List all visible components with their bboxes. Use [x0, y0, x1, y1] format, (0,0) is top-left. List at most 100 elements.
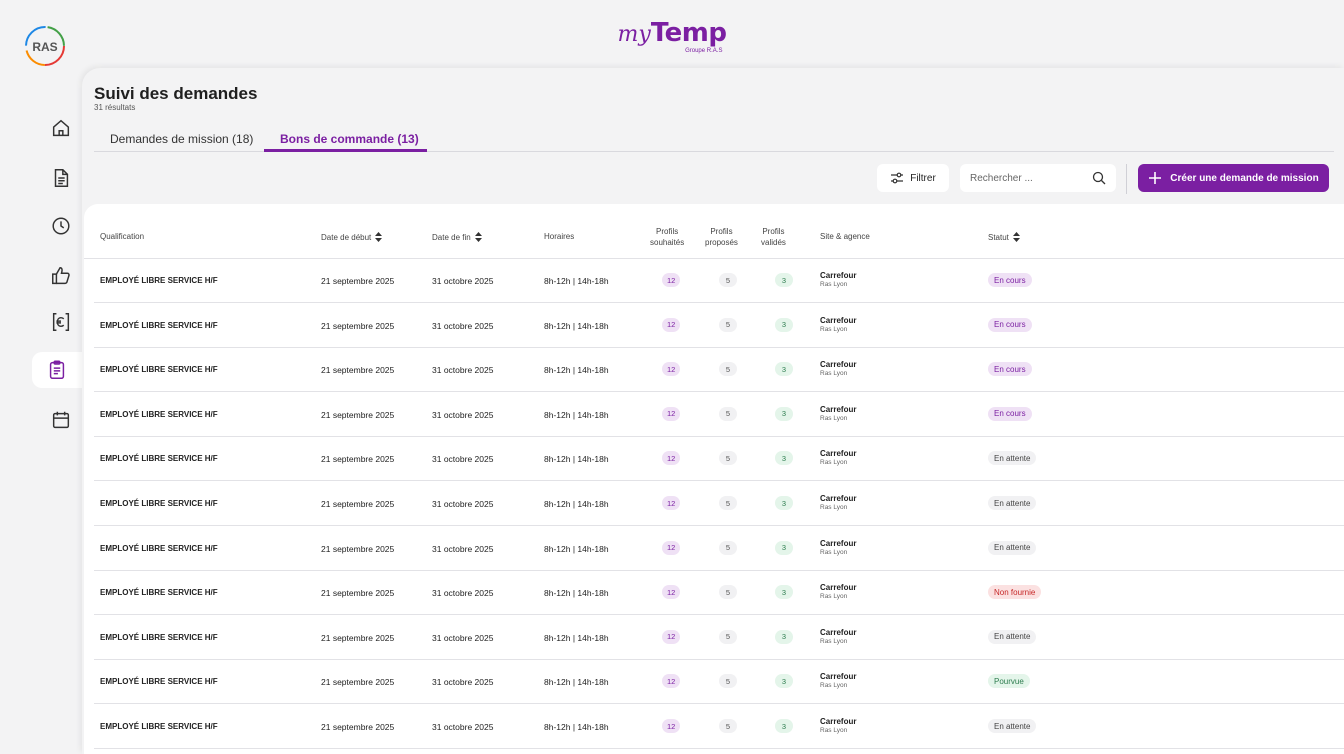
sidebar-item-history[interactable]	[40, 208, 82, 244]
header-profils-souhaites: Profils souhaités	[650, 226, 684, 248]
cell-qualification: EMPLOYÉ LIBRE SERVICE H/F	[100, 276, 218, 285]
table-row[interactable]: EMPLOYÉ LIBRE SERVICE H/F 21 septembre 20…	[94, 304, 1344, 348]
agency-name: Ras Lyon	[820, 325, 848, 333]
header-statut[interactable]: Statut	[988, 232, 1020, 242]
badge-profils-valides: 3	[775, 719, 793, 733]
table-row[interactable]: EMPLOYÉ LIBRE SERVICE H/F 21 septembre 20…	[94, 348, 1344, 393]
cell-qualification: EMPLOYÉ LIBRE SERVICE H/F	[100, 677, 218, 687]
cell-qualification: EMPLOYÉ LIBRE SERVICE H/F	[100, 499, 218, 508]
cell-horaires: 8h-12h | 14h-18h	[544, 722, 609, 732]
status-badge: En cours	[988, 273, 1032, 287]
sidebar-item-feedback[interactable]	[40, 258, 82, 294]
header-site-agence: Site & agence	[820, 232, 870, 241]
site-name: Carrefour	[820, 271, 857, 280]
badge-profils-proposes: 5	[719, 451, 737, 466]
header-souhaites-line1: Profils	[656, 227, 679, 236]
table-row[interactable]: EMPLOYÉ LIBRE SERVICE H/F 21 septembre 20…	[94, 437, 1344, 482]
badge-profils-souhaites: 12	[662, 362, 681, 377]
site-name: Carrefour	[820, 360, 857, 370]
page-title: Suivi des demandes	[94, 84, 258, 103]
badge-profils-proposes: 5	[719, 362, 737, 377]
table-row[interactable]: EMPLOYÉ LIBRE SERVICE H/F 21 septembre 20…	[94, 705, 1344, 749]
agency-name: Ras Lyon	[820, 281, 848, 288]
cell-date-fin: 31 octobre 2025	[432, 632, 494, 643]
clock-icon	[52, 217, 70, 235]
badge-profils-proposes: 5	[719, 629, 737, 644]
clipboard-icon	[49, 360, 65, 379]
header-souhaites-line2: souhaités	[650, 238, 685, 247]
agency-name: Ras Lyon	[820, 727, 848, 734]
header-profils-proposes: Profils proposés	[705, 226, 738, 248]
cell-date-debut: 21 septembre 2025	[321, 454, 395, 465]
table-row[interactable]: EMPLOYÉ LIBRE SERVICE H/F 21 septembre 20…	[94, 482, 1344, 526]
sidebar-item-orders[interactable]	[32, 352, 82, 388]
cell-site-agence: Carrefour Ras Lyon	[820, 449, 856, 466]
table-row[interactable]: EMPLOYÉ LIBRE SERVICE H/F 21 septembre 20…	[94, 571, 1344, 616]
tab-demandes-mission[interactable]: Demandes de mission (18)	[110, 132, 253, 146]
status-badge: En cours	[988, 362, 1032, 377]
site-name: Carrefour	[820, 494, 857, 503]
cell-horaires: 8h-12h | 14h-18h	[544, 677, 609, 688]
cell-site-agence: Carrefour Ras Lyon	[820, 672, 856, 689]
cell-date-debut: 21 septembre 2025	[321, 320, 395, 331]
cell-site-agence: Carrefour Ras Lyon	[820, 360, 856, 377]
header-date-fin-label: Date de fin	[432, 232, 471, 242]
cell-date-debut: 21 septembre 2025	[321, 499, 395, 509]
badge-profils-proposes: 5	[719, 317, 737, 332]
cell-date-fin: 31 octobre 2025	[432, 722, 494, 732]
brand-temp: Temp	[650, 18, 727, 48]
header-proposes-line2: proposés	[705, 238, 738, 247]
sort-icon	[1012, 232, 1020, 242]
plus-icon	[1149, 172, 1162, 184]
cell-date-fin: 31 octobre 2025	[432, 276, 494, 286]
badge-profils-souhaites: 12	[662, 629, 681, 644]
header-date-debut[interactable]: Date de début	[321, 232, 383, 242]
header-valides-line1: Profils	[762, 227, 785, 236]
cell-site-agence: Carrefour Ras Lyon	[820, 628, 856, 645]
badge-profils-proposes: 5	[719, 540, 737, 555]
search-box	[960, 164, 1116, 192]
search-input[interactable]	[970, 172, 1080, 184]
sort-icon	[375, 232, 383, 242]
table-row[interactable]: EMPLOYÉ LIBRE SERVICE H/F 21 septembre 20…	[94, 393, 1344, 437]
table-row[interactable]: EMPLOYÉ LIBRE SERVICE H/F 21 septembre 20…	[94, 660, 1344, 705]
calendar-icon	[52, 411, 70, 429]
sidebar-item-documents[interactable]	[40, 160, 82, 196]
cell-qualification: EMPLOYÉ LIBRE SERVICE H/F	[100, 722, 218, 731]
header-qualification: Qualification	[100, 232, 145, 241]
agency-name: Ras Lyon	[820, 637, 848, 645]
header-valides-line2: validés	[761, 238, 786, 247]
badge-profils-souhaites: 12	[662, 273, 681, 287]
search-icon[interactable]	[1092, 171, 1106, 185]
agency-name: Ras Lyon	[820, 548, 848, 556]
cell-date-debut: 21 septembre 2025	[321, 409, 395, 420]
create-mission-button[interactable]: Créer une demande de mission	[1138, 164, 1329, 192]
table-row[interactable]: EMPLOYÉ LIBRE SERVICE H/F 21 septembre 20…	[94, 259, 1344, 303]
status-badge: En cours	[988, 317, 1032, 332]
tab-bons-commande[interactable]: Bons de commande (13)	[280, 132, 419, 146]
sidebar-item-billing[interactable]	[40, 304, 82, 340]
thumbs-up-icon	[52, 267, 70, 285]
site-name: Carrefour	[820, 627, 857, 637]
header-date-fin[interactable]: Date de fin	[432, 232, 482, 242]
table-row[interactable]: EMPLOYÉ LIBRE SERVICE H/F 21 septembre 20…	[94, 616, 1344, 660]
cell-date-fin: 31 octobre 2025	[432, 543, 494, 554]
badge-profils-valides: 3	[775, 629, 793, 644]
table-row[interactable]: EMPLOYÉ LIBRE SERVICE H/F 21 septembre 20…	[94, 527, 1344, 571]
status-badge: En attente	[988, 451, 1037, 466]
cell-date-fin: 31 octobre 2025	[432, 320, 494, 331]
sidebar: RAS	[0, 0, 82, 754]
cell-date-fin: 31 octobre 2025	[432, 499, 494, 509]
site-name: Carrefour	[820, 717, 857, 726]
status-badge: En attente	[988, 629, 1037, 644]
filter-button[interactable]: Filtrer	[877, 164, 949, 192]
euro-icon	[52, 313, 70, 331]
results-count: 31 résultats	[94, 103, 136, 112]
badge-profils-valides: 3	[775, 585, 793, 600]
sidebar-item-home[interactable]	[40, 110, 82, 146]
create-mission-label: Créer une demande de mission	[1170, 172, 1319, 184]
brand-my: my	[617, 22, 651, 47]
badge-profils-souhaites: 12	[662, 451, 681, 466]
sidebar-item-calendar[interactable]	[40, 402, 82, 438]
site-name: Carrefour	[820, 449, 857, 459]
